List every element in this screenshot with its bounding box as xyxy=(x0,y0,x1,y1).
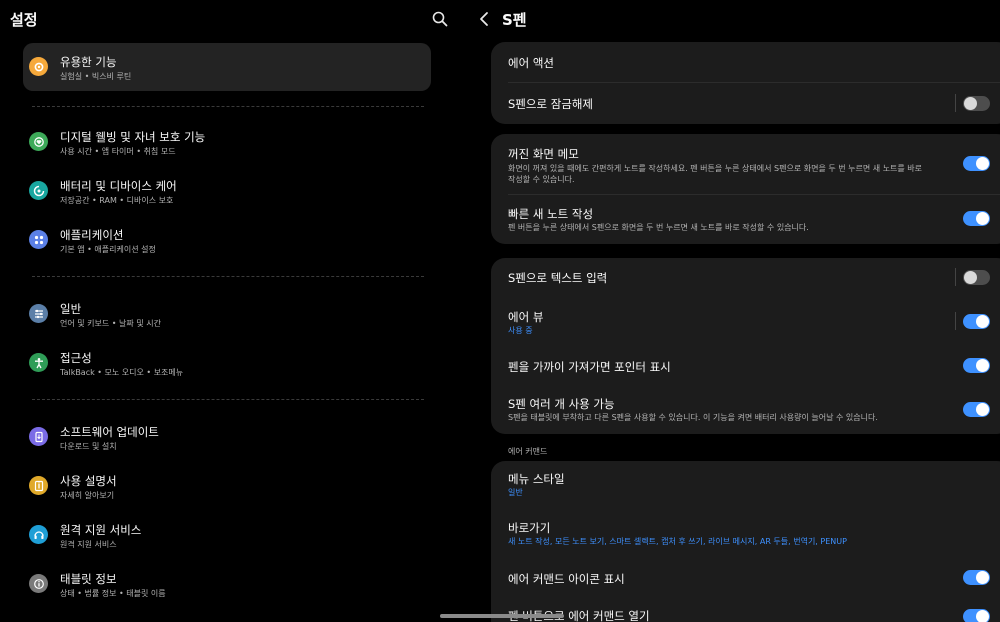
device-care-icon xyxy=(29,181,48,200)
back-arrow-icon[interactable] xyxy=(478,11,490,27)
item-title: 원격 지원 서비스 xyxy=(60,523,142,537)
apps-icon xyxy=(29,230,48,249)
row-air-action[interactable]: 에어 액션 xyxy=(491,42,1000,82)
row-title: S펜 여러 개 사용 가능 xyxy=(508,397,615,411)
row-pen-button-air-command[interactable]: 펜 버튼으로 에어 커맨드 열기 xyxy=(491,599,1000,622)
item-subtitle: 언어 및 키보드 • 날짜 및 시간 xyxy=(60,319,161,328)
row-subtitle: S펜을 태블릿에 부착하고 다른 S펜을 사용할 수 있습니다. 이 기능을 켜… xyxy=(508,413,878,422)
item-subtitle: 다운로드 및 설치 xyxy=(60,442,117,451)
vertical-divider xyxy=(955,94,956,112)
item-subtitle: 상태 • 법률 정보 • 태블릿 이름 xyxy=(60,589,166,598)
row-screen-off-memo[interactable]: 꺼진 화면 메모 화면이 꺼져 있을 때에도 간편하게 노트를 작성하세요. 펜… xyxy=(491,134,1000,194)
item-subtitle: 기본 앱 • 애플리케이션 설정 xyxy=(60,245,156,254)
home-indicator[interactable] xyxy=(440,614,564,618)
settings-item-battery-device-care[interactable]: 배터리 및 디바이스 케어 저장공간 • RAM • 디바이스 보호 xyxy=(23,167,431,215)
item-title: 디지털 웰빙 및 자녀 보호 기능 xyxy=(60,130,206,144)
pen-button-air-command-toggle[interactable] xyxy=(963,609,990,622)
vertical-divider xyxy=(955,268,956,286)
row-air-view[interactable]: 에어 뷰 사용 중 xyxy=(491,298,1000,346)
settings-item-applications[interactable]: 애플리케이션 기본 앱 • 애플리케이션 설정 xyxy=(23,216,431,264)
card-s-pen-features: S펜으로 텍스트 입력 에어 뷰 사용 중 펜을 가까이 가져가면 포인터 표시… xyxy=(491,258,1000,434)
row-title: 에어 뷰 xyxy=(508,310,544,324)
row-s-pen-unlock[interactable]: S펜으로 잠금해제 xyxy=(491,83,1000,124)
update-icon xyxy=(29,427,48,446)
item-title: 사용 설명서 xyxy=(60,474,117,488)
row-quick-note[interactable]: 빠른 새 노트 작성 펜 버튼을 누른 상태에서 S펜으로 화면을 두 번 누르… xyxy=(491,195,1000,244)
row-title: 에어 커맨드 아이콘 표시 xyxy=(508,572,625,586)
row-s-pen-text-input[interactable]: S펜으로 텍스트 입력 xyxy=(491,258,1000,296)
heart-icon xyxy=(29,132,48,151)
row-shortcuts[interactable]: 바로가기 새 노트 작성, 모든 노트 보기, 스마트 셀렉트, 캡처 후 쓰기… xyxy=(491,513,1000,561)
row-title: 펜을 가까이 가져가면 포인터 표시 xyxy=(508,360,671,374)
air-command-icon-toggle[interactable] xyxy=(963,570,990,585)
item-title: 유용한 기능 xyxy=(60,55,117,69)
item-subtitle: 자세히 알아보기 xyxy=(60,491,115,500)
card-memo: 꺼진 화면 메모 화면이 꺼져 있을 때에도 간편하게 노트를 작성하세요. 펜… xyxy=(491,134,1000,244)
row-subtitle: 사용 중 xyxy=(508,326,533,335)
settings-item-advanced-features[interactable]: 유용한 기능 실험실 • 빅스비 루틴 xyxy=(23,43,431,91)
search-icon[interactable] xyxy=(432,11,448,27)
settings-item-user-manual[interactable]: 사용 설명서 자세히 알아보기 xyxy=(23,462,431,510)
sliders-icon xyxy=(29,304,48,323)
row-menu-style[interactable]: 메뉴 스타일 일반 xyxy=(491,461,1000,509)
row-title: S펜으로 잠금해제 xyxy=(508,97,594,111)
vertical-divider xyxy=(955,312,956,330)
item-title: 소프트웨어 업데이트 xyxy=(60,425,159,439)
card-air-actions: 에어 액션 S펜으로 잠금해제 xyxy=(491,42,1000,124)
row-title: 바로가기 xyxy=(508,521,551,535)
row-title: 에어 액션 xyxy=(508,56,554,70)
item-subtitle: 사용 시간 • 앱 타이머 • 취침 모드 xyxy=(60,147,176,156)
settings-pane: 설정 유용한 기능 실험실 • 빅스비 루틴 디지털 웰빙 및 자녀 보호 기능… xyxy=(0,0,460,622)
row-title: 메뉴 스타일 xyxy=(508,472,565,486)
row-title: S펜으로 텍스트 입력 xyxy=(508,271,608,285)
settings-item-accessibility[interactable]: 접근성 TalkBack • 모노 오디오 • 보조메뉴 xyxy=(23,339,431,387)
card-air-command: 메뉴 스타일 일반 바로가기 새 노트 작성, 모든 노트 보기, 스마트 셀렉… xyxy=(491,461,1000,622)
air-view-toggle[interactable] xyxy=(963,314,990,329)
item-title: 배터리 및 디바이스 케어 xyxy=(60,179,177,193)
row-multiple-s-pens[interactable]: S펜 여러 개 사용 가능 S펜을 태블릿에 부착하고 다른 S펜을 사용할 수… xyxy=(491,386,1000,434)
s-pen-pane: S펜 에어 액션 S펜으로 잠금해제 꺼진 화면 메모 화면이 꺼져 있을 때에… xyxy=(464,0,1000,622)
row-air-command-icon[interactable]: 에어 커맨드 아이콘 표시 xyxy=(491,561,1000,597)
item-subtitle: 실험실 • 빅스비 루틴 xyxy=(60,72,132,81)
settings-item-software-update[interactable]: 소프트웨어 업데이트 다운로드 및 설치 xyxy=(23,413,431,461)
divider xyxy=(32,276,424,277)
row-title: 꺼진 화면 메모 xyxy=(508,147,579,161)
row-title: 빠른 새 노트 작성 xyxy=(508,207,594,221)
item-subtitle: TalkBack • 모노 오디오 • 보조메뉴 xyxy=(60,368,184,377)
multiple-s-pens-toggle[interactable] xyxy=(963,402,990,417)
divider xyxy=(32,399,424,400)
item-subtitle: 원격 지원 서비스 xyxy=(60,540,117,549)
item-title: 일반 xyxy=(60,302,82,316)
row-subtitle: 일반 xyxy=(508,488,523,497)
row-subtitle: 새 노트 작성, 모든 노트 보기, 스마트 셀렉트, 캡처 후 쓰기, 라이브… xyxy=(508,537,847,546)
manual-icon xyxy=(29,476,48,495)
pointer-display-toggle[interactable] xyxy=(963,358,990,373)
headset-icon xyxy=(29,525,48,544)
settings-item-general[interactable]: 일반 언어 및 키보드 • 날짜 및 시간 xyxy=(23,290,431,338)
gear-star-icon xyxy=(29,57,48,76)
screen-off-memo-toggle[interactable] xyxy=(963,156,990,171)
info-icon xyxy=(29,574,48,593)
page-title: 설정 xyxy=(10,11,38,29)
row-subtitle: 펜 버튼을 누른 상태에서 S펜으로 화면을 두 번 누르면 새 노트를 바로 … xyxy=(508,223,809,232)
item-title: 애플리케이션 xyxy=(60,228,124,242)
divider xyxy=(32,106,424,107)
settings-item-digital-wellbeing[interactable]: 디지털 웰빙 및 자녀 보호 기능 사용 시간 • 앱 타이머 • 취침 모드 xyxy=(23,118,431,166)
page-title: S펜 xyxy=(502,11,527,29)
settings-item-tablet-info[interactable]: 태블릿 정보 상태 • 법률 정보 • 태블릿 이름 xyxy=(23,560,431,608)
item-title: 태블릿 정보 xyxy=(60,572,117,586)
accessibility-icon xyxy=(29,353,48,372)
section-label-air-command: 에어 커맨드 xyxy=(508,447,548,456)
s-pen-unlock-toggle[interactable] xyxy=(963,96,990,111)
row-subtitle: 화면이 꺼져 있을 때에도 간편하게 노트를 작성하세요. 펜 버튼을 누른 상… xyxy=(508,164,923,184)
quick-note-toggle[interactable] xyxy=(963,211,990,226)
item-subtitle: 저장공간 • RAM • 디바이스 보호 xyxy=(60,196,174,205)
item-title: 접근성 xyxy=(60,351,92,365)
settings-item-remote-support[interactable]: 원격 지원 서비스 원격 지원 서비스 xyxy=(23,511,431,559)
row-pointer-display[interactable]: 펜을 가까이 가져가면 포인터 표시 xyxy=(491,346,1000,384)
s-pen-text-input-toggle[interactable] xyxy=(963,270,990,285)
